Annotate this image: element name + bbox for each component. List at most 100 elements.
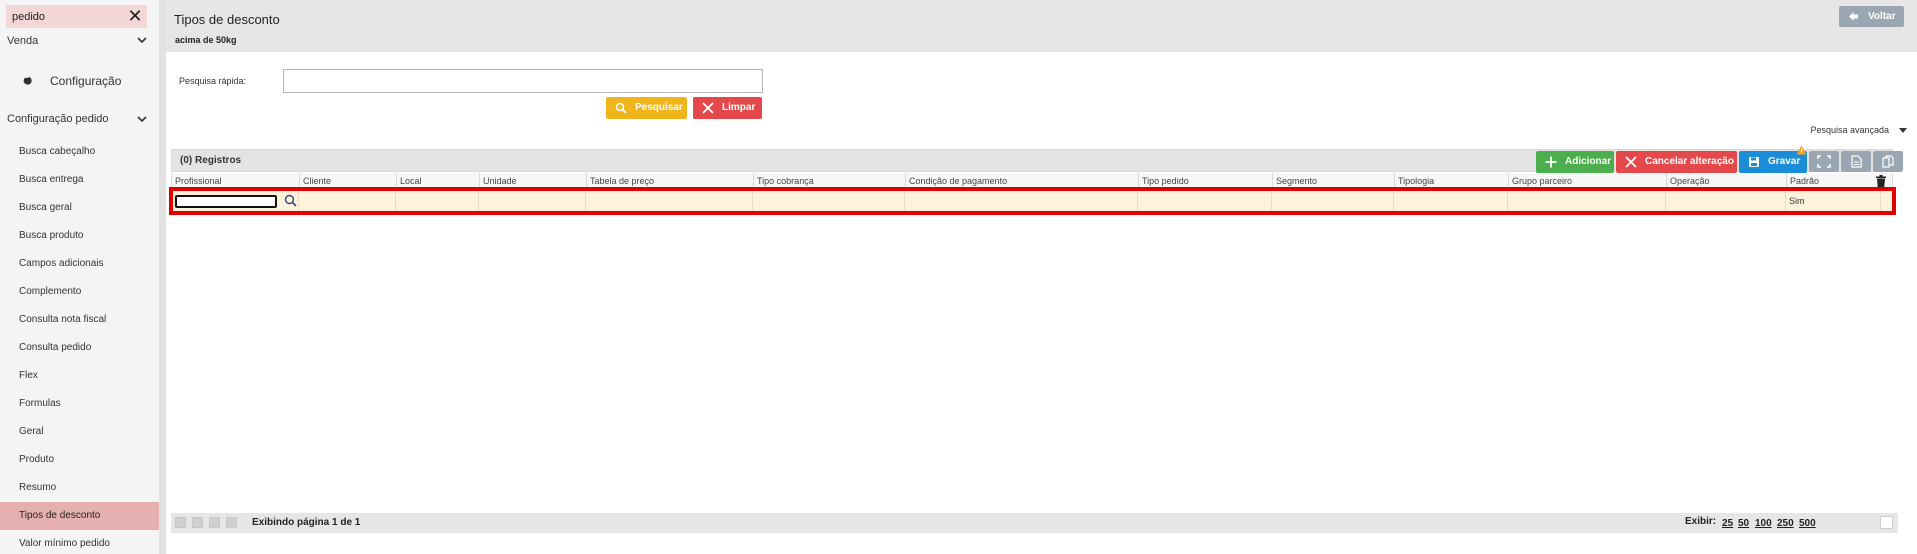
page-size-25[interactable]: 25	[1722, 518, 1733, 529]
column-header-tipologia[interactable]: Tipologia	[1395, 173, 1509, 189]
sidebar-item-campos-adicionais[interactable]: Campos adicionais	[0, 250, 159, 278]
table-row[interactable]: Sim	[171, 191, 1893, 211]
page-title: Tipos de desconto	[174, 12, 280, 27]
sidebar-item-geral[interactable]: Geral	[0, 418, 159, 446]
sidebar-item-label: Busca cabeçalho	[19, 146, 96, 157]
page-size-50[interactable]: 50	[1738, 518, 1749, 529]
column-header-tabela-de-preco[interactable]: Tabela de preço	[587, 173, 754, 189]
sidebar-item-label: Formulas	[19, 398, 61, 409]
column-header-condicao-de-pagamento[interactable]: Condição de pagamento	[906, 173, 1139, 189]
sidebar-item-busca-entrega[interactable]: Busca entrega	[0, 166, 159, 194]
copy-icon	[1882, 155, 1894, 168]
page-size-500[interactable]: 500	[1799, 518, 1816, 529]
sidebar-item-consulta-nota-fiscal[interactable]: Consulta nota fiscal	[0, 306, 159, 334]
cell-tipo-pedido[interactable]	[1138, 191, 1272, 211]
sidebar-item-label: Consulta nota fiscal	[19, 314, 107, 325]
column-header-local[interactable]: Local	[397, 173, 480, 189]
cell-tipologia[interactable]	[1394, 191, 1508, 211]
floppy-disk-icon	[1749, 157, 1759, 167]
menu-search-box: ✕	[6, 5, 147, 28]
column-header-segmento[interactable]: Segmento	[1273, 173, 1395, 189]
cell-local[interactable]	[396, 191, 479, 211]
cell-grupo-parceiro[interactable]	[1508, 191, 1666, 211]
group-label: Venda	[7, 35, 39, 47]
page-size-250[interactable]: 250	[1777, 518, 1794, 529]
cell-operacao[interactable]	[1666, 191, 1786, 211]
sidebar-item-label: Tipos de desconto	[19, 510, 101, 521]
cell-cliente[interactable]	[299, 191, 396, 211]
export-button[interactable]	[1841, 151, 1871, 172]
advanced-search-link[interactable]: Pesquisa avançada	[1810, 125, 1889, 135]
page-subtitle: acima de 50kg	[175, 35, 237, 45]
last-page-button[interactable]	[226, 517, 237, 528]
sidebar-item-formulas[interactable]: Formulas	[0, 390, 159, 418]
sidebar-item-valor-minimo-pedido[interactable]: Valor mínimo pedido	[0, 530, 159, 554]
clear-button[interactable]: Limpar	[693, 97, 762, 119]
column-header-operacao[interactable]: Operação	[1667, 173, 1787, 189]
chevron-down-icon	[137, 37, 147, 44]
group-venda[interactable]: Venda	[0, 31, 159, 51]
sidebar-item-resumo[interactable]: Resumo	[0, 474, 159, 502]
trash-icon[interactable]	[1876, 175, 1886, 187]
cell-condicao-de-pagamento[interactable]	[905, 191, 1138, 211]
sidebar-item-configuracao[interactable]: Configuração	[0, 66, 159, 94]
sidebar-item-label: Produto	[19, 454, 55, 465]
sidebar: ✕ Venda Configuração Configuração pedido…	[0, 0, 159, 554]
cell-tabela-de-preco[interactable]	[586, 191, 753, 211]
sidebar-item-flex[interactable]: Flex	[0, 362, 159, 390]
sidebar-item-label: Geral	[19, 426, 44, 437]
search-icon[interactable]	[284, 194, 297, 207]
sidebar-item-busca-cabecalho[interactable]: Busca cabeçalho	[0, 138, 159, 166]
profissional-input[interactable]	[175, 195, 277, 208]
sidebar-item-label: Resumo	[19, 482, 57, 493]
copy-button[interactable]	[1873, 151, 1903, 172]
column-header-tipo-pedido[interactable]: Tipo pedido	[1139, 173, 1273, 189]
caret-down-icon[interactable]	[1899, 128, 1907, 133]
column-header-tipo-cobranca[interactable]: Tipo cobrança	[754, 173, 906, 189]
sidebar-item-busca-produto[interactable]: Busca produto	[0, 222, 159, 250]
sidebar-item-tipos-de-desconto[interactable]: Tipos de desconto	[0, 502, 159, 530]
close-icon[interactable]: ✕	[127, 7, 143, 25]
cell-padrao[interactable]: Sim	[1786, 191, 1881, 211]
page-size-100[interactable]: 100	[1755, 518, 1772, 529]
column-header-cliente[interactable]: Cliente	[300, 173, 397, 189]
quick-search-input[interactable]	[283, 69, 763, 93]
main-content: Pesquisa rápida: Pesquisar Limpar Pesqui…	[166, 52, 1917, 554]
sidebar-item-label: Configuração	[50, 74, 122, 88]
bottom-bar	[166, 535, 1917, 554]
first-page-button[interactable]	[175, 517, 186, 528]
cancel-changes-button[interactable]: Cancelar alteração	[1616, 151, 1737, 173]
cell-segmento[interactable]	[1272, 191, 1394, 211]
search-icon	[615, 102, 627, 114]
chevron-down-icon	[137, 116, 147, 123]
document-icon	[1851, 155, 1862, 168]
prev-page-button[interactable]	[192, 517, 203, 528]
group-configuracao-pedido[interactable]: Configuração pedido	[0, 109, 159, 129]
add-button[interactable]: Adicionar	[1536, 151, 1614, 173]
sidebar-item-label: Campos adicionais	[19, 258, 104, 269]
close-icon	[1625, 156, 1637, 168]
cell-tipo-cobranca[interactable]	[753, 191, 905, 211]
lightbulb-icon[interactable]	[1880, 516, 1893, 529]
warning-icon	[1796, 145, 1807, 155]
search-button[interactable]: Pesquisar	[606, 97, 687, 119]
column-header-unidade[interactable]: Unidade	[480, 173, 587, 189]
back-button[interactable]: Voltar	[1839, 6, 1904, 27]
column-header-grupo-parceiro[interactable]: Grupo parceiro	[1509, 173, 1667, 189]
sidebar-item-consulta-pedido[interactable]: Consulta pedido	[0, 334, 159, 362]
sidebar-item-label: Valor mínimo pedido	[19, 538, 110, 549]
menu-search-input[interactable]	[6, 5, 116, 28]
fullscreen-button[interactable]	[1809, 151, 1839, 172]
grid-header-row: Profissional Cliente Local Unidade Tabel…	[171, 173, 1893, 190]
next-page-button[interactable]	[209, 517, 220, 528]
sidebar-item-complemento[interactable]: Complemento	[0, 278, 159, 306]
cell-profissional	[171, 191, 299, 211]
sidebar-item-busca-geral[interactable]: Busca geral	[0, 194, 159, 222]
column-header-profissional[interactable]: Profissional	[172, 173, 300, 189]
group-label: Configuração pedido	[7, 113, 109, 125]
column-header-padrao[interactable]: Padrão	[1787, 173, 1882, 189]
sidebar-item-produto[interactable]: Produto	[0, 446, 159, 474]
sidebar-item-label: Busca produto	[19, 230, 84, 241]
pagination-bar: Exibindo página 1 de 1 Exibir: 25 50 100…	[171, 513, 1898, 533]
cell-unidade[interactable]	[479, 191, 586, 211]
